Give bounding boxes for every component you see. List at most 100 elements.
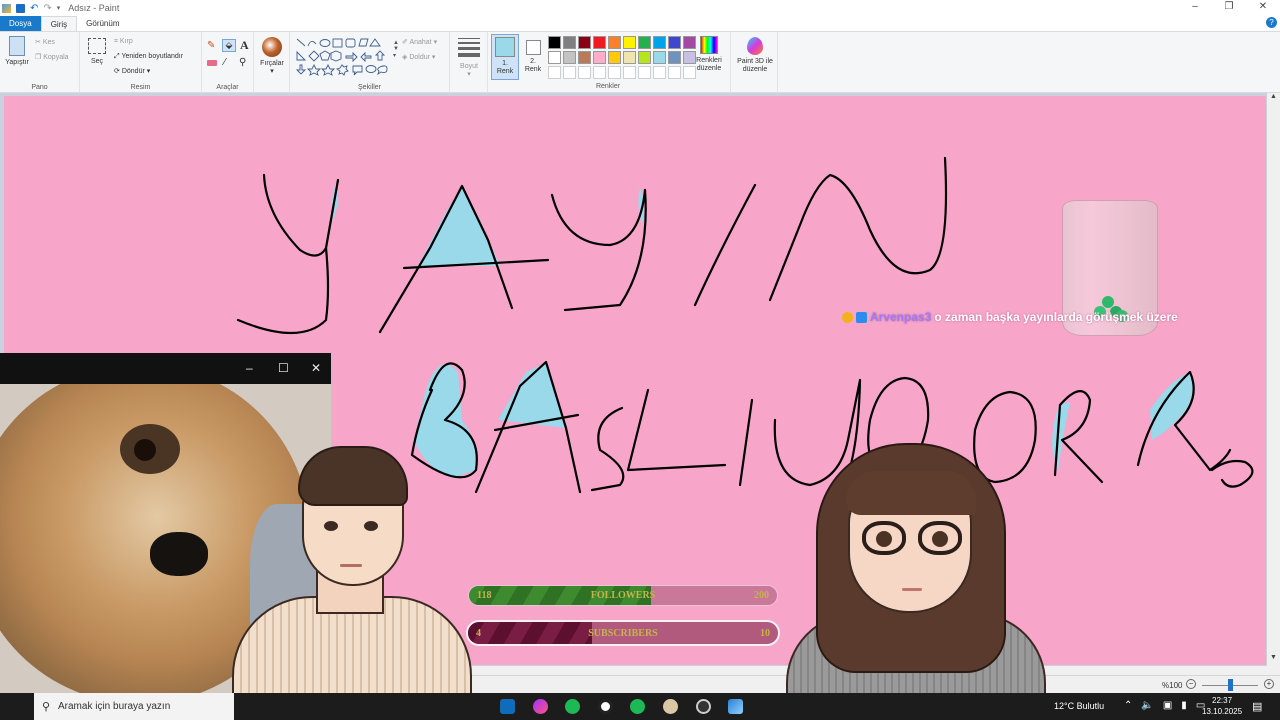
notifications-icon[interactable]: ▤: [1252, 700, 1262, 713]
palette-swatch-11[interactable]: [548, 51, 561, 64]
group-label-colors: Renkler: [595, 83, 621, 90]
palette-swatch-18[interactable]: [653, 51, 666, 64]
zoom-in-button[interactable]: +: [1264, 679, 1274, 689]
resize-button[interactable]: ⤢ Yeniden boyutlandır: [114, 53, 183, 61]
vertical-scrollbar[interactable]: ▲ ▼: [1267, 93, 1280, 675]
palette-swatch-23[interactable]: [578, 66, 591, 79]
window-title: Adsız - Paint: [68, 3, 120, 13]
paint3d-button[interactable]: Paint 3D ile düzenle: [734, 37, 776, 74]
fill-bucket-icon[interactable]: ⬙: [222, 39, 236, 52]
close-button[interactable]: ✕: [1246, 0, 1280, 14]
color2-button[interactable]: 2. Renk: [521, 36, 545, 74]
redo-icon[interactable]: ↷: [43, 3, 51, 14]
cut-button[interactable]: ✂ Kes: [35, 38, 55, 46]
shapes-gallery[interactable]: [295, 38, 395, 76]
palette-swatch-28[interactable]: [653, 66, 666, 79]
spotify-icon[interactable]: [565, 699, 580, 714]
messenger-icon[interactable]: [533, 699, 548, 714]
copy-button[interactable]: ❐ Kopyala: [35, 53, 69, 61]
palette-swatch-8[interactable]: [653, 36, 666, 49]
tab-view[interactable]: Görünüm: [77, 16, 128, 31]
palette-swatch-26[interactable]: [623, 66, 636, 79]
paint-palette-icon[interactable]: [663, 699, 678, 714]
palette-swatch-15[interactable]: [608, 51, 621, 64]
magnifier-icon[interactable]: ⚲: [239, 57, 246, 68]
fill-letter-r2: [1150, 372, 1194, 440]
zoom-out-button[interactable]: −: [1186, 679, 1196, 689]
restore-button[interactable]: ❐: [1212, 0, 1246, 14]
taskbar-clock[interactable]: 22:37 13.10.2025: [1202, 695, 1242, 717]
text-tool-icon[interactable]: A: [240, 38, 249, 53]
subscribers-label: SUBSCRIBERS: [588, 628, 658, 639]
select-button[interactable]: Seç: [85, 38, 109, 66]
outlook-icon[interactable]: [500, 699, 515, 714]
taskbar-search[interactable]: ⚲ Aramak için buraya yazın: [34, 693, 234, 720]
palette-swatch-13[interactable]: [578, 51, 591, 64]
xbox-icon[interactable]: [598, 699, 613, 714]
fill-button[interactable]: ◈ Doldur ▾: [402, 53, 435, 61]
scroll-down-icon[interactable]: ▼: [1267, 654, 1280, 661]
edit-colors-button[interactable]: Renkleri düzenle: [692, 36, 726, 73]
subscribers-goal-bar: 4 SUBSCRIBERS 10: [466, 620, 780, 646]
palette-swatch-24[interactable]: [593, 66, 606, 79]
palette-swatch-1[interactable]: [548, 36, 561, 49]
color1-button[interactable]: 1. Renk: [491, 34, 519, 80]
palette-swatch-2[interactable]: [563, 36, 576, 49]
palette-swatch-21[interactable]: [548, 66, 561, 79]
camera-maximize-button[interactable]: ☐: [278, 361, 289, 375]
microphone-icon[interactable]: ▮: [1181, 700, 1187, 711]
spotify-icon-2[interactable]: [630, 699, 645, 714]
palette-swatch-6[interactable]: [623, 36, 636, 49]
customize-toolbar-icon[interactable]: ▾: [57, 4, 61, 12]
palette-swatch-12[interactable]: [563, 51, 576, 64]
search-icon: ⚲: [42, 701, 51, 713]
palette-swatch-27[interactable]: [638, 66, 651, 79]
chevron-up-icon[interactable]: ⌃: [1124, 700, 1132, 711]
palette-swatch-25[interactable]: [608, 66, 621, 79]
paste-button[interactable]: Yapıştır: [3, 36, 31, 67]
help-icon[interactable]: ?: [1266, 17, 1277, 28]
eraser-icon[interactable]: [207, 60, 217, 66]
rainbow-icon: [700, 36, 718, 54]
palette-swatch-17[interactable]: [638, 51, 651, 64]
palette-swatch-9[interactable]: [668, 36, 681, 49]
tab-file[interactable]: Dosya: [0, 16, 41, 31]
outline-icon: ✐: [402, 39, 408, 46]
minimize-button[interactable]: –: [1178, 0, 1212, 14]
undo-icon[interactable]: ↶: [30, 3, 38, 14]
rotate-button[interactable]: ⟳ Döndür ▾: [114, 67, 150, 75]
shapes-scroll[interactable]: ▲ ▼ ▾: [393, 40, 399, 59]
palette-swatch-5[interactable]: [608, 36, 621, 49]
camera-minimize-button[interactable]: –: [246, 361, 253, 375]
copy-icon: ❐: [35, 54, 42, 61]
tab-home[interactable]: Giriş: [40, 16, 78, 31]
size-button[interactable]: Boyut ▾: [455, 38, 483, 79]
palette-swatch-22[interactable]: [563, 66, 576, 79]
palette-swatch-14[interactable]: [593, 51, 606, 64]
volume-icon[interactable]: 🔈: [1141, 700, 1153, 711]
scroll-up-icon[interactable]: ▲: [1267, 93, 1280, 100]
obs-icon[interactable]: [696, 699, 711, 714]
palette-swatch-3[interactable]: [578, 36, 591, 49]
color-picker-icon[interactable]: ⁄: [224, 57, 226, 68]
palette-swatch-29[interactable]: [668, 66, 681, 79]
brushes-button[interactable]: Fırçalar ▾: [257, 37, 287, 76]
paint-app-taskbar-icon[interactable]: [728, 699, 743, 714]
zoom-slider-thumb[interactable]: [1228, 679, 1233, 691]
palette-swatch-19[interactable]: [668, 51, 681, 64]
save-icon[interactable]: [16, 3, 25, 13]
group-tools: ✎ ⬙ A ⁄ ⚲ Araçlar: [202, 32, 254, 93]
outline-button[interactable]: ✐ Anahat ▾: [402, 38, 437, 46]
palette-swatch-16[interactable]: [623, 51, 636, 64]
camera-close-button[interactable]: ✕: [311, 361, 321, 375]
palette-swatch-7[interactable]: [638, 36, 651, 49]
stroke-y1: [262, 173, 340, 257]
line-width-icon: [458, 38, 480, 57]
fill-letter-a1: [418, 186, 500, 266]
pencil-icon[interactable]: ✎: [207, 40, 215, 51]
crop-button[interactable]: ⌗ Kırp: [114, 38, 133, 46]
paint-app-icon: [2, 3, 11, 13]
network-icon[interactable]: ▣: [1163, 700, 1172, 711]
stroke-l: [626, 388, 727, 472]
palette-swatch-4[interactable]: [593, 36, 606, 49]
